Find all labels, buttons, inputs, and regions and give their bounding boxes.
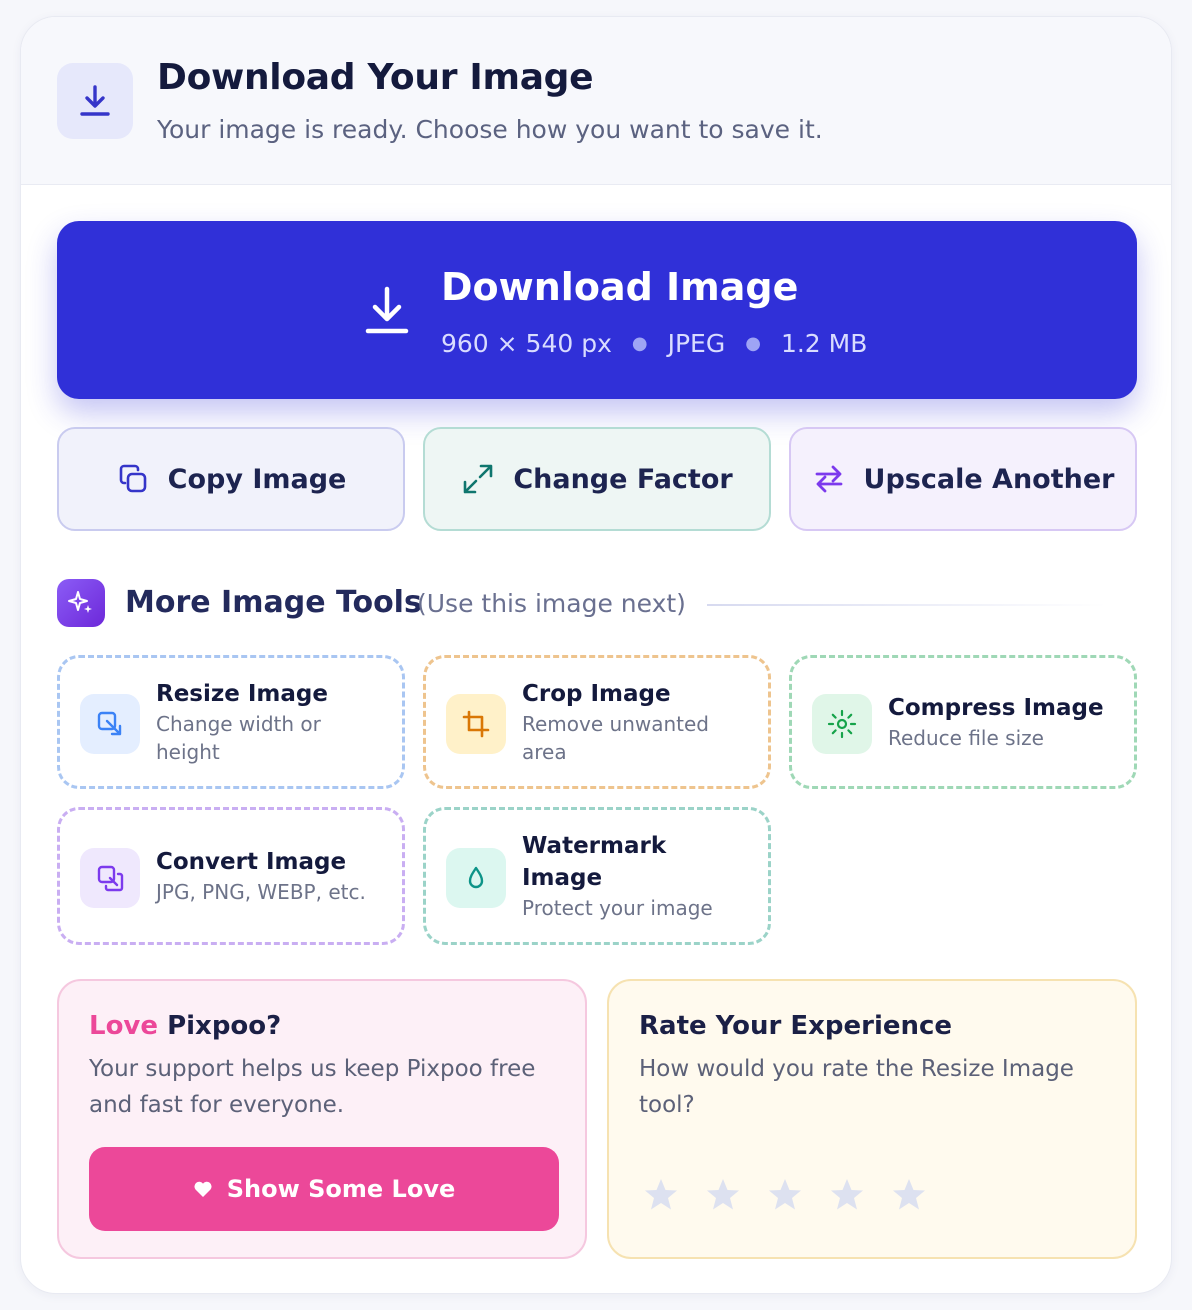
tool-convert-image[interactable]: Convert Image JPG, PNG, WEBP, etc. bbox=[57, 807, 405, 945]
resize-icon bbox=[80, 694, 140, 754]
support-title: Love Pixpoo? bbox=[89, 1011, 281, 1041]
tool-description: Reduce file size bbox=[888, 726, 1044, 750]
more-tools-header: More Image Tools (Use this image next) bbox=[57, 579, 1137, 629]
download-label: Download Image bbox=[441, 265, 799, 309]
tool-description: Protect your image bbox=[522, 896, 713, 920]
tool-resize-image[interactable]: Resize Image Change width or height bbox=[57, 655, 405, 789]
tool-title: Convert Image bbox=[156, 849, 347, 875]
image-size: 1.2 MB bbox=[780, 329, 868, 358]
page-title: Download Your Image bbox=[157, 57, 594, 98]
tool-crop-image[interactable]: Crop Image Remove unwanted area bbox=[423, 655, 771, 789]
copy-image-label: Copy Image bbox=[167, 463, 347, 495]
image-dimensions: 960 × 540 px bbox=[441, 329, 612, 358]
header: Download Your Image Your image is ready.… bbox=[21, 17, 1171, 185]
tool-title: Compress Image bbox=[888, 695, 1104, 721]
compress-icon bbox=[812, 694, 872, 754]
copy-image-button[interactable]: Copy Image bbox=[57, 427, 405, 531]
more-tools-title: More Image Tools bbox=[125, 585, 422, 620]
download-image-button[interactable]: Download Image 960 × 540 px ● JPEG ● 1.2… bbox=[57, 221, 1137, 399]
support-text: Your support helps us keep Pixpoo free a… bbox=[89, 1056, 536, 1118]
show-some-love-button[interactable]: Show Some Love bbox=[89, 1147, 559, 1231]
tool-title: Crop Image bbox=[522, 681, 671, 707]
more-tools-note: (Use this image next) bbox=[417, 589, 686, 618]
tool-watermark-image[interactable]: Watermark Image Protect your image bbox=[423, 807, 771, 945]
star-4-icon[interactable] bbox=[829, 1177, 865, 1213]
tool-title: Resize Image bbox=[156, 681, 328, 707]
tool-compress-image[interactable]: Compress Image Reduce file size bbox=[789, 655, 1137, 789]
tool-description: Change width or height bbox=[156, 712, 321, 764]
watermark-icon bbox=[446, 848, 506, 908]
star-3-icon[interactable] bbox=[767, 1177, 803, 1213]
sparkle-icon bbox=[57, 579, 105, 627]
convert-icon bbox=[80, 848, 140, 908]
download-icon bbox=[57, 63, 133, 139]
heart-icon bbox=[194, 1181, 212, 1197]
support-card: Love Pixpoo? Your support helps us keep … bbox=[57, 979, 587, 1259]
separator-dot: ● bbox=[745, 333, 761, 354]
download-meta: 960 × 540 px ● JPEG ● 1.2 MB bbox=[441, 329, 867, 358]
star-2-icon[interactable] bbox=[705, 1177, 741, 1213]
upscale-another-label: Upscale Another bbox=[863, 463, 1115, 495]
upscale-another-button[interactable]: Upscale Another bbox=[789, 427, 1137, 531]
show-some-love-label: Show Some Love bbox=[226, 1175, 456, 1203]
download-arrow-icon bbox=[365, 286, 409, 334]
star-rating bbox=[643, 1177, 953, 1213]
expand-icon bbox=[464, 464, 493, 494]
rating-card: Rate Your Experience How would you rate … bbox=[607, 979, 1137, 1259]
image-format: JPEG bbox=[667, 329, 726, 358]
tool-description: JPG, PNG, WEBP, etc. bbox=[156, 880, 366, 904]
copy-icon bbox=[119, 464, 146, 493]
swap-icon bbox=[815, 465, 842, 493]
crop-icon bbox=[446, 694, 506, 754]
rating-title: Rate Your Experience bbox=[639, 1011, 953, 1041]
support-title-brand: Pixpoo? bbox=[167, 1011, 282, 1041]
support-title-love: Love bbox=[89, 1011, 159, 1041]
rating-text: How would you rate the Resize Image tool… bbox=[639, 1056, 1074, 1118]
page-subtitle: Your image is ready. Choose how you want… bbox=[157, 115, 823, 144]
change-factor-button[interactable]: Change Factor bbox=[423, 427, 771, 531]
star-1-icon[interactable] bbox=[643, 1177, 679, 1213]
tool-description: Remove unwanted area bbox=[522, 712, 710, 764]
change-factor-label: Change Factor bbox=[513, 463, 733, 495]
divider bbox=[707, 604, 1107, 606]
star-5-icon[interactable] bbox=[891, 1177, 927, 1213]
download-card: Download Your Image Your image is ready.… bbox=[20, 16, 1172, 1294]
tool-title: Watermark Image bbox=[522, 833, 667, 891]
separator-dot: ● bbox=[631, 333, 648, 354]
